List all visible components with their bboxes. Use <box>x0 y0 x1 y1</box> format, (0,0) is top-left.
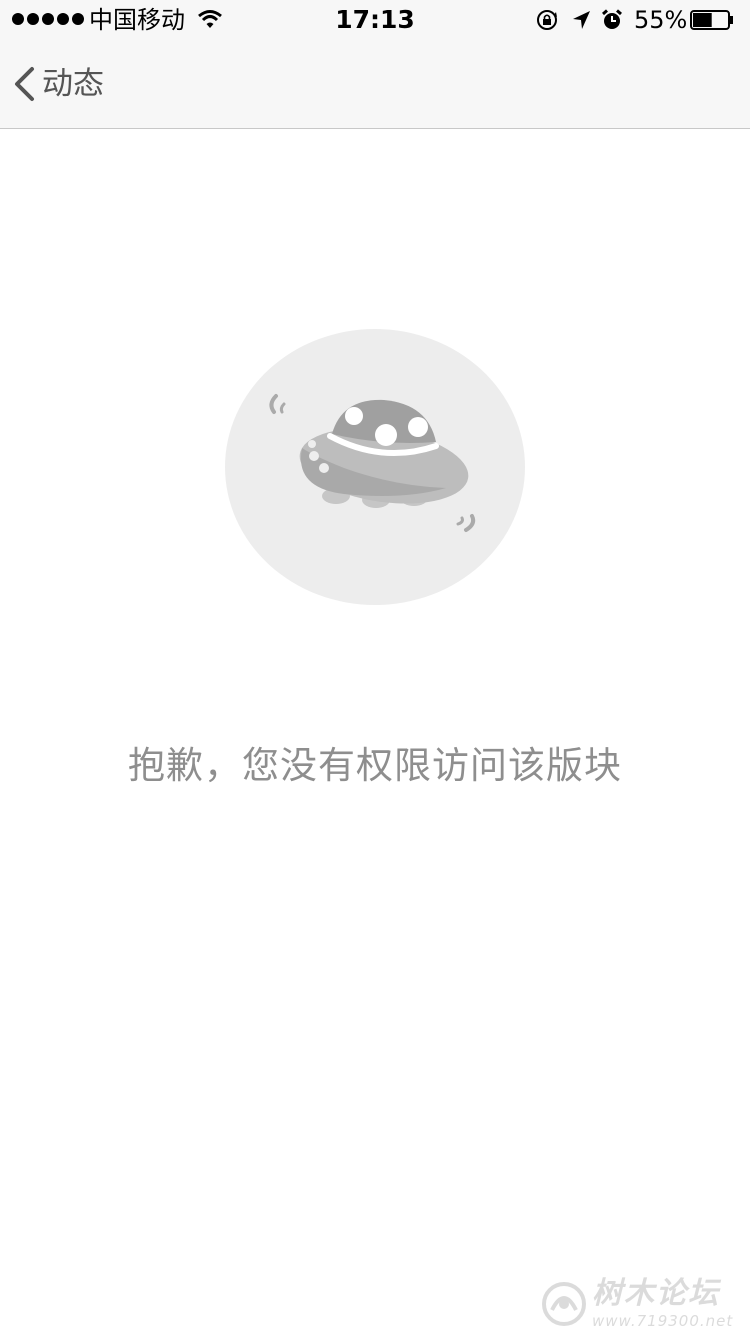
rotation-lock-icon <box>537 10 557 30</box>
location-arrow-icon <box>573 11 590 29</box>
back-label: 动态 <box>42 66 104 102</box>
navigation-bar: 动态 <box>0 40 750 129</box>
watermark-url: www.719300.net <box>592 1312 734 1330</box>
watermark-logo: 树木论坛 www.719300.net <box>540 1276 750 1334</box>
battery-icon <box>690 10 733 30</box>
tree-logo-icon <box>542 1282 586 1326</box>
chevron-left-icon <box>15 67 34 101</box>
battery-fill <box>693 13 712 27</box>
ufo-icon <box>225 329 525 605</box>
no-permission-message: 抱歉，您没有权限访问该版块 <box>128 744 622 787</box>
watermark-text: 树木论坛 <box>592 1276 720 1311</box>
status-bar: 中国移动 17:13 55% <box>0 0 750 40</box>
battery-percent: 55% <box>634 6 688 34</box>
app-screen: 中国移动 17:13 55% 动态 抱歉，您没有权限访问该版块 树木论坛 www… <box>0 0 750 1334</box>
back-button[interactable]: 动态 <box>10 60 104 108</box>
alarm-clock-icon <box>602 9 622 29</box>
